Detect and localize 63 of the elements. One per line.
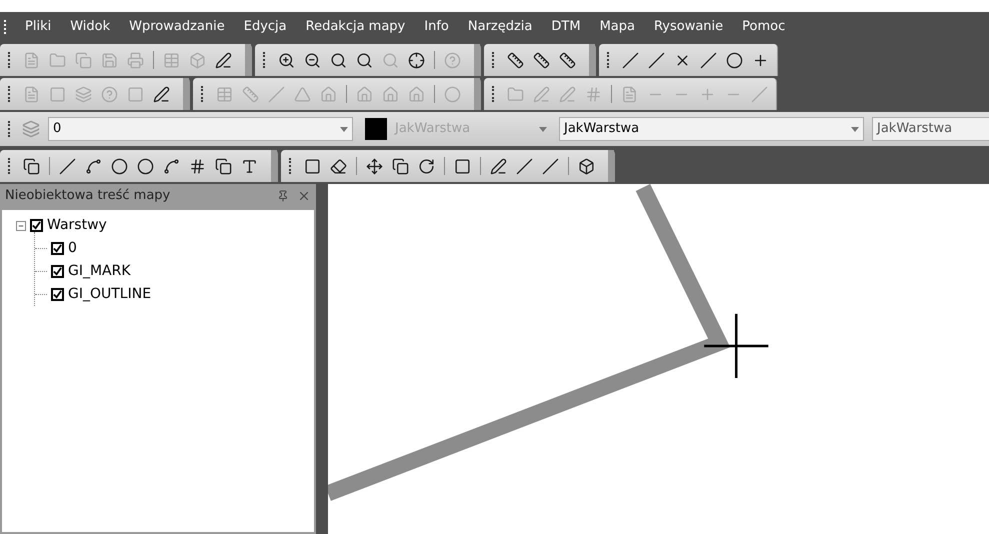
tree-item-label[interactable]: GI_OUTLINE (68, 284, 152, 305)
grip-handle[interactable] (8, 86, 10, 102)
color-swatch (365, 118, 387, 140)
polyline-icon[interactable] (85, 158, 102, 174)
menu-item[interactable]: Wprowadzanie (129, 17, 225, 37)
minus-icon (18, 222, 24, 228)
menu-item[interactable]: Info (424, 17, 449, 37)
caret-icon[interactable] (340, 126, 348, 132)
grip-handle[interactable] (8, 158, 10, 174)
erase-icon[interactable] (330, 158, 347, 174)
overflow-handle[interactable] (589, 44, 595, 76)
menu-item[interactable]: DTM (551, 17, 581, 37)
edit-object-icon[interactable] (153, 86, 170, 102)
tree-item-label[interactable]: 0 (68, 238, 77, 259)
zoom-in-icon[interactable] (278, 52, 295, 68)
zoom-extents-icon[interactable] (330, 52, 347, 68)
zoom-out-icon[interactable] (304, 52, 321, 68)
grip-handle[interactable] (607, 52, 609, 68)
checkbox[interactable] (51, 265, 64, 278)
checkbox[interactable] (30, 219, 43, 232)
overflow-handle[interactable] (183, 78, 189, 110)
crosshair-cursor (702, 312, 770, 380)
layer-dropdown[interactable]: 0 (48, 117, 353, 141)
grip-handle[interactable] (201, 86, 203, 102)
menu-item[interactable]: Pliki (25, 17, 52, 37)
overflow-handle[interactable] (474, 78, 480, 110)
checkbox[interactable] (51, 242, 64, 255)
linetype-dropdown[interactable]: JakWarstwa (559, 117, 864, 141)
menu-item[interactable]: Narzędzia (468, 17, 532, 37)
overflow-handle[interactable] (245, 44, 251, 76)
menu-item[interactable]: Pomoc (742, 17, 786, 37)
rotate-icon[interactable] (418, 158, 435, 174)
move-icon[interactable] (366, 158, 383, 174)
edit-icon[interactable] (215, 52, 232, 68)
lineweight-dropdown[interactable]: JakWarstwa (872, 117, 989, 141)
grip-handle[interactable] (492, 86, 494, 102)
circle-icon[interactable] (111, 158, 128, 174)
grip-handle[interactable] (263, 52, 265, 68)
overflow-handle[interactable] (474, 44, 480, 76)
caret-icon[interactable] (851, 126, 859, 132)
text-icon[interactable] (241, 158, 258, 174)
panel-title: Nieobiektowa treść mapy (5, 187, 172, 206)
checkbox[interactable] (51, 288, 64, 301)
tree-item-label[interactable]: Warstwy (47, 215, 107, 236)
overflow-handle[interactable] (608, 150, 614, 182)
menu-item[interactable]: Rysowanie (654, 17, 724, 37)
copy-icon[interactable] (392, 158, 409, 174)
menu-item[interactable]: Widok (70, 17, 110, 37)
grip-handle[interactable] (289, 158, 291, 174)
pin-icon[interactable] (277, 190, 289, 202)
close-icon[interactable] (297, 189, 311, 203)
line-icon[interactable] (59, 158, 76, 174)
grip-handle[interactable] (8, 52, 10, 68)
grip-handle[interactable] (8, 121, 10, 137)
menu-item[interactable]: Mapa (600, 17, 635, 37)
zoom-window-icon[interactable] (356, 52, 373, 68)
tree-item-label[interactable]: GI_MARK (68, 261, 131, 282)
overflow-handle[interactable] (271, 150, 277, 182)
menu-item[interactable]: Redakcja mapy (306, 17, 406, 37)
menu-item[interactable]: Edycja (244, 17, 287, 37)
grip-handle[interactable] (492, 52, 494, 68)
collapse-toggle[interactable] (16, 220, 26, 230)
map-canvas[interactable] (328, 184, 989, 534)
